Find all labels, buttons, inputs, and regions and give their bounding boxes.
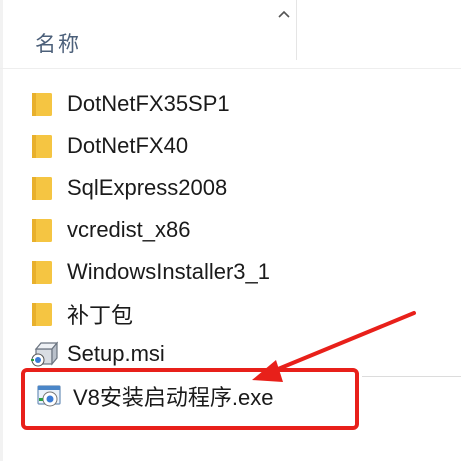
pane-edge [0, 0, 3, 461]
file-name: SqlExpress2008 [67, 175, 228, 200]
file-name: DotNetFX40 [67, 133, 189, 158]
column-name-header[interactable]: 名称 [35, 28, 81, 58]
file-name: 补丁包 [67, 303, 134, 328]
msi-package-icon [31, 341, 58, 367]
list-item[interactable]: vcredist_x86 [30, 212, 191, 248]
file-name: Setup.msi [67, 341, 165, 366]
column-divider[interactable] [296, 0, 297, 60]
folder-icon [32, 93, 52, 116]
column-header[interactable]: 名称 [0, 0, 461, 69]
file-name: WindowsInstaller3_1 [67, 259, 270, 284]
file-name: DotNetFX35SP1 [67, 91, 230, 116]
list-item[interactable]: SqlExpress2008 [30, 170, 227, 206]
row-separator [362, 376, 461, 377]
folder-icon [32, 177, 52, 200]
folder-icon [32, 303, 52, 326]
list-item[interactable]: 补丁包 [30, 296, 133, 332]
list-item[interactable]: DotNetFX35SP1 [30, 86, 230, 122]
folder-icon [32, 219, 52, 242]
folder-icon [32, 261, 52, 284]
file-explorer-view: 名称 DotNetFX35SP1 DotNetFX40 SqlExpress20… [0, 0, 461, 461]
chevron-up-icon[interactable] [276, 6, 292, 22]
list-item[interactable]: DotNetFX40 [30, 128, 188, 164]
folder-icon [32, 135, 52, 158]
list-item[interactable]: WindowsInstaller3_1 [30, 254, 270, 290]
list-item[interactable]: Setup.msi [30, 336, 165, 372]
highlight-box [21, 368, 359, 430]
file-name: vcredist_x86 [67, 217, 191, 242]
